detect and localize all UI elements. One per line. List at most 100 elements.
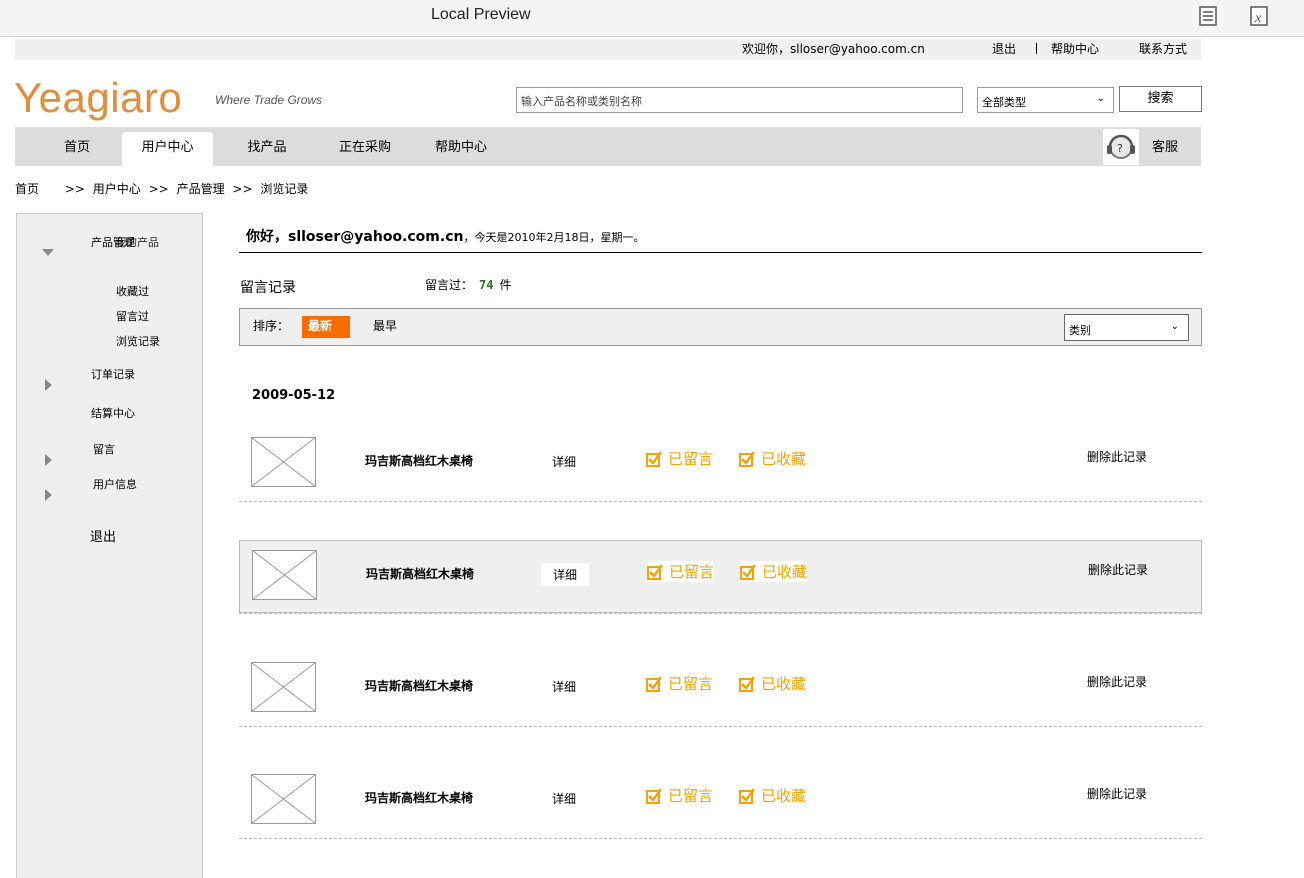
detail-link[interactable]: 详细 (540, 450, 588, 473)
count-label: 留言过： (425, 278, 474, 292)
record-date: 2009-05-12 (252, 388, 336, 403)
document-icon[interactable] (1199, 6, 1217, 26)
chevron-down-icon: ⌄ (1096, 93, 1105, 104)
breadcrumb-sep: >> (232, 182, 253, 196)
breadcrumb-product-mgmt[interactable]: 产品管理 (177, 182, 225, 196)
favorited-label: 已收藏 (762, 563, 808, 581)
customer-service-link[interactable]: 客服 (1152, 136, 1178, 155)
sidebar: 产品管理 我的产品 收藏过 留言过 浏览记录 订单记录 结算中心 留言 用户信息… (16, 213, 203, 878)
sort-oldest-button[interactable]: 最早 (373, 317, 397, 334)
category-select-value: 类别 (1069, 324, 1091, 337)
favorited-badge: 已收藏 (739, 785, 806, 806)
checkbox-checked-icon (739, 787, 755, 804)
delete-record-link[interactable]: 删除此记录 (1087, 785, 1147, 802)
welcome-text: 欢迎你，slloser@yahoo.com.cn (742, 42, 925, 56)
detail-link[interactable]: 详细 (540, 787, 588, 810)
greeting-date: ，今天是2010年2月18日，星期一。 (463, 231, 645, 244)
checkbox-checked-icon (646, 675, 662, 692)
expand-right-icon[interactable] (45, 379, 52, 391)
delete-record-link[interactable]: 删除此记录 (1088, 561, 1148, 578)
divider (239, 252, 1202, 253)
section-title: 留言记录 (240, 280, 296, 296)
search-button[interactable]: 搜索 (1119, 86, 1202, 112)
messaged-label: 已留言 (668, 450, 714, 468)
favorited-label: 已收藏 (761, 787, 807, 805)
sort-label: 排序： (253, 319, 290, 333)
sidebar-item-user-info[interactable]: 用户信息 (93, 476, 137, 492)
checkbox-checked-icon (739, 675, 755, 692)
breadcrumb-user-center[interactable]: 用户中心 (93, 182, 141, 196)
site-slogan: Where Trade Grows (215, 93, 323, 107)
checkbox-checked-icon (739, 450, 755, 467)
record-row: 玛吉斯高档红木桌椅 详细 已留言 已收藏 删除此记录 (239, 653, 1202, 726)
expand-right-icon[interactable] (45, 489, 52, 501)
messaged-badge: 已留言 (646, 785, 713, 806)
nav-item-home[interactable]: 首页 (39, 127, 115, 166)
delete-record-link[interactable]: 删除此记录 (1087, 448, 1147, 465)
messaged-badge: 已留言 (646, 673, 713, 694)
logout-link[interactable]: 退出 (992, 40, 1016, 57)
breadcrumb-current: 浏览记录 (260, 182, 309, 196)
greeting: 你好，slloser@yahoo.com.cn，今天是2010年2月18日，星期… (246, 226, 644, 246)
messaged-label: 已留言 (669, 563, 715, 581)
expand-right-icon[interactable] (45, 454, 52, 466)
svg-text:?: ? (1117, 142, 1123, 155)
detail-link[interactable]: 详细 (541, 563, 590, 586)
type-select-value: 全部类型 (982, 96, 1026, 109)
image-placeholder-icon[interactable] (251, 774, 316, 824)
chevron-down-icon: ⌄ (1170, 321, 1179, 332)
divider (1036, 43, 1037, 54)
checkbox-checked-icon (647, 563, 663, 580)
breadcrumb-sep: >> (64, 182, 85, 196)
delete-record-link[interactable]: 删除此记录 (1087, 673, 1147, 690)
sidebar-group-my-products[interactable]: 我的产品 (115, 234, 159, 250)
excel-icon[interactable]: x (1250, 6, 1268, 26)
product-name[interactable]: 玛吉斯高档红木桌椅 (365, 789, 473, 806)
sidebar-logout[interactable]: 退出 (90, 526, 116, 545)
headset-icon[interactable]: ? (1103, 129, 1139, 165)
search-input[interactable]: 输入产品名称或类别名称 (516, 87, 963, 113)
record-row: 玛吉斯高档红木桌椅 详细 已留言 已收藏 删除此记录 (239, 428, 1202, 501)
favorited-label: 已收藏 (761, 450, 807, 468)
record-row: 玛吉斯高档红木桌椅 详细 已留言 已收藏 删除此记录 (239, 540, 1202, 613)
type-select[interactable]: 全部类型 ⌄ (977, 87, 1114, 113)
preview-title: Local Preview (431, 6, 531, 23)
sidebar-item-browse-history[interactable]: 浏览记录 (116, 333, 160, 349)
message-count: 留言过： 74 件 (425, 276, 511, 293)
detail-link[interactable]: 详细 (540, 675, 588, 698)
sidebar-item-settlement[interactable]: 结算中心 (91, 405, 135, 421)
site-logo[interactable]: Yeagiaro (14, 74, 182, 122)
checkbox-checked-icon (646, 787, 662, 804)
favorited-badge: 已收藏 (739, 448, 806, 469)
nav-item-purchasing[interactable]: 正在采购 (315, 127, 415, 166)
sidebar-item-favorited[interactable]: 收藏过 (116, 283, 149, 299)
contact-link[interactable]: 联系方式 (1139, 40, 1187, 57)
breadcrumb: 首页 >> 用户中心 >> 产品管理 >> 浏览记录 (15, 180, 312, 197)
image-placeholder-icon[interactable] (251, 662, 316, 712)
greeting-user: 你好，slloser@yahoo.com.cn (246, 229, 464, 245)
sort-bar: 排序： 最新 最早 类别 ⌄ (239, 308, 1202, 346)
checkbox-checked-icon (740, 563, 756, 580)
sidebar-item-orders[interactable]: 订单记录 (91, 366, 135, 382)
image-placeholder-icon[interactable] (251, 437, 316, 487)
product-name[interactable]: 玛吉斯高档红木桌椅 (365, 677, 473, 694)
count-value: 74 (479, 278, 494, 292)
category-select[interactable]: 类别 ⌄ (1064, 314, 1189, 341)
preview-toolbar: Local Preview x (0, 0, 1304, 37)
favorited-badge: 已收藏 (740, 561, 808, 582)
product-name[interactable]: 玛吉斯高档红木桌椅 (365, 452, 473, 469)
expand-down-icon[interactable] (42, 249, 54, 256)
sidebar-item-messages[interactable]: 留言 (93, 441, 115, 457)
product-name[interactable]: 玛吉斯高档红木桌椅 (366, 565, 474, 582)
breadcrumb-home[interactable]: 首页 (15, 182, 39, 196)
nav-item-find-products[interactable]: 找产品 (228, 127, 306, 166)
image-placeholder-icon[interactable] (252, 550, 317, 600)
help-link[interactable]: 帮助中心 (1051, 40, 1099, 57)
checkbox-checked-icon (646, 450, 662, 467)
sidebar-item-messaged[interactable]: 留言过 (116, 308, 149, 324)
sort-newest-button[interactable]: 最新 (302, 316, 350, 338)
nav-item-user-center[interactable]: 用户中心 (122, 132, 213, 166)
nav-item-help[interactable]: 帮助中心 (421, 127, 501, 166)
messaged-badge: 已留言 (647, 561, 715, 582)
row-divider (239, 613, 1202, 614)
